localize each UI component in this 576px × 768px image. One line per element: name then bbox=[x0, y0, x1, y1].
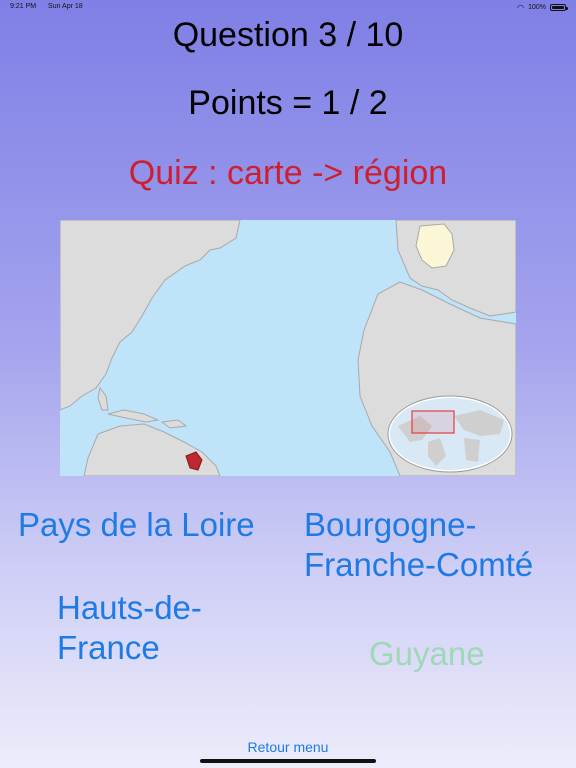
answer-option-4[interactable]: Guyane bbox=[369, 634, 485, 674]
status-time: 9:21 PM bbox=[10, 3, 37, 10]
question-counter: Question 3 / 10 bbox=[172, 16, 404, 54]
status-bar: 9:21 PM Sun Apr 18 ◠ 100% bbox=[0, 0, 576, 14]
battery-icon bbox=[550, 4, 568, 11]
battery-percent: 100% bbox=[528, 4, 546, 11]
answer-option-3[interactable]: Hauts-de-France bbox=[57, 588, 277, 668]
points-score: Points = 1 / 2 bbox=[188, 84, 388, 122]
status-date: Sun Apr 18 bbox=[48, 3, 83, 10]
quiz-mode-title: Quiz : carte -> région bbox=[128, 154, 448, 192]
wifi-icon: ◠ bbox=[517, 3, 525, 12]
answer-option-2[interactable]: Bourgogne-Franche-Comté bbox=[304, 505, 574, 585]
home-indicator[interactable] bbox=[200, 759, 376, 763]
region-map bbox=[60, 220, 516, 476]
answer-option-1[interactable]: Pays de la Loire bbox=[18, 505, 255, 545]
back-to-menu-button[interactable]: Retour menu bbox=[0, 738, 576, 756]
